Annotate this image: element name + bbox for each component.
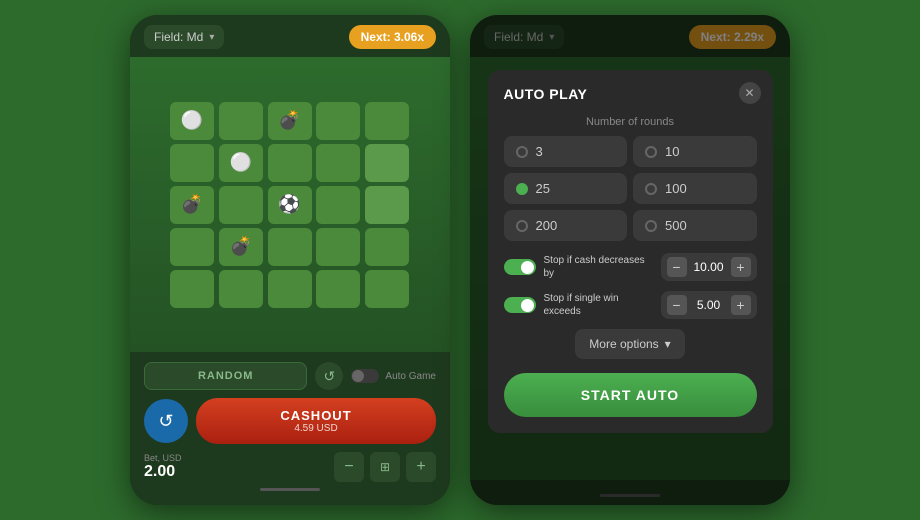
cash-increase-btn[interactable]: +: [731, 257, 751, 277]
cell-3-2[interactable]: [268, 228, 312, 266]
chevron-down-icon: ▾: [209, 32, 214, 43]
bet-section: Bet, USD 2.00: [144, 453, 328, 481]
refresh-icon[interactable]: ↺: [315, 362, 343, 390]
stop-win-toggle[interactable]: [504, 297, 536, 313]
round-value-500: 500: [665, 218, 687, 233]
cell-1-1[interactable]: ⚪: [219, 144, 263, 182]
cell-1-2[interactable]: [268, 144, 312, 182]
left-topbar: Field: Md ▾ Next: 3.06x: [130, 15, 450, 57]
more-options-button[interactable]: More options ▾: [575, 329, 684, 359]
stop-cash-toggle[interactable]: [504, 259, 536, 275]
win-value-control: − 5.00 +: [661, 291, 757, 319]
field-selector-left[interactable]: Field: Md ▾: [144, 25, 224, 49]
cell-2-0[interactable]: 💣: [170, 186, 214, 224]
round-option-3[interactable]: 3: [504, 136, 628, 167]
round-value-25: 25: [536, 181, 550, 196]
cell-4-1[interactable]: [219, 270, 263, 308]
stop-cash-label: Stop if cash decreases by: [544, 254, 653, 280]
cash-decrease-btn[interactable]: −: [667, 257, 687, 277]
cell-3-3[interactable]: [316, 228, 360, 266]
radio-3: [516, 146, 528, 158]
bet-row: Bet, USD 2.00 − ⊞ +: [144, 452, 436, 482]
bet-value: 2.00: [144, 463, 328, 481]
win-value: 5.00: [691, 298, 727, 312]
round-option-200[interactable]: 200: [504, 210, 628, 241]
cell-0-4[interactable]: [365, 102, 409, 140]
stop-win-setting: Stop if single win exceeds − 5.00 +: [504, 291, 757, 319]
rounds-grid: 3 10 25 100: [504, 136, 757, 241]
cell-1-4[interactable]: [365, 144, 409, 182]
round-value-200: 200: [536, 218, 558, 233]
cell-0-3[interactable]: [316, 102, 360, 140]
auto-game-toggle[interactable]: [351, 369, 379, 383]
chevron-down-icon-more: ▾: [665, 337, 671, 351]
bet-label: Bet, USD: [144, 453, 328, 463]
random-button[interactable]: RANDOM: [144, 362, 307, 390]
radio-25: [516, 183, 528, 195]
cell-2-3[interactable]: [316, 186, 360, 224]
cell-4-0[interactable]: [170, 270, 214, 308]
spin-button[interactable]: ↺: [144, 399, 188, 443]
cell-1-0[interactable]: [170, 144, 214, 182]
cell-3-1[interactable]: 💣: [219, 228, 263, 266]
cell-0-1[interactable]: [219, 102, 263, 140]
rounds-label: Number of rounds: [504, 116, 757, 128]
radio-100: [645, 183, 657, 195]
left-bottom: RANDOM ↺ Auto Game ↺ CASHOUT 4.59 USD Be…: [130, 352, 450, 505]
cell-0-2[interactable]: 💣: [268, 102, 312, 140]
cell-2-1[interactable]: [219, 186, 263, 224]
next-badge-left: Next: 3.06x: [349, 25, 436, 49]
field-label-left: Field: Md: [154, 30, 203, 44]
stop-win-label: Stop if single win exceeds: [544, 292, 653, 318]
stop-cash-setting: Stop if cash decreases by − 10.00 +: [504, 253, 757, 281]
modal-title: AUTO PLAY: [504, 86, 757, 102]
game-area: ⚪ 💣 ⚪ 💣 ⚽ 💣: [130, 57, 450, 352]
more-options-label: More options: [589, 337, 658, 351]
left-phone: Field: Md ▾ Next: 3.06x ⚪ 💣 ⚪ 💣: [130, 15, 450, 505]
bottom-separator: [260, 488, 320, 491]
round-option-100[interactable]: 100: [633, 173, 757, 204]
round-value-10: 10: [665, 144, 679, 159]
cell-3-0[interactable]: [170, 228, 214, 266]
bet-decrease-button[interactable]: −: [334, 452, 364, 482]
round-option-500[interactable]: 500: [633, 210, 757, 241]
cell-4-3[interactable]: [316, 270, 360, 308]
modal-overlay: AUTO PLAY ✕ Number of rounds 3 10 25: [470, 15, 790, 505]
round-value-3: 3: [536, 144, 543, 159]
cell-3-4[interactable]: [365, 228, 409, 266]
cash-value-control: − 10.00 +: [661, 253, 757, 281]
radio-200: [516, 220, 528, 232]
round-option-25[interactable]: 25: [504, 173, 628, 204]
phones-container: Field: Md ▾ Next: 3.06x ⚪ 💣 ⚪ 💣: [130, 15, 790, 505]
stack-icon[interactable]: ⊞: [370, 452, 400, 482]
cell-4-2[interactable]: [268, 270, 312, 308]
cell-2-2[interactable]: ⚽: [268, 186, 312, 224]
bet-increase-button[interactable]: +: [406, 452, 436, 482]
cash-value: 10.00: [691, 260, 727, 274]
right-phone: Field: Md ▾ Next: 2.29x: [470, 15, 790, 505]
cashout-label: CASHOUT: [206, 408, 426, 423]
win-decrease-btn[interactable]: −: [667, 295, 687, 315]
action-row: ↺ CASHOUT 4.59 USD: [144, 398, 436, 444]
autoplay-modal: AUTO PLAY ✕ Number of rounds 3 10 25: [488, 70, 773, 433]
round-value-100: 100: [665, 181, 687, 196]
modal-close-button[interactable]: ✕: [739, 82, 761, 104]
cell-2-4[interactable]: [365, 186, 409, 224]
round-option-10[interactable]: 10: [633, 136, 757, 167]
cell-1-3[interactable]: [316, 144, 360, 182]
win-increase-btn[interactable]: +: [731, 295, 751, 315]
cashout-sub: 4.59 USD: [206, 423, 426, 434]
cell-4-4[interactable]: [365, 270, 409, 308]
game-grid[interactable]: ⚪ 💣 ⚪ 💣 ⚽ 💣: [170, 102, 410, 308]
start-auto-button[interactable]: START AUTO: [504, 373, 757, 417]
radio-10: [645, 146, 657, 158]
auto-game-label: Auto Game: [385, 371, 436, 382]
cell-0-0[interactable]: ⚪: [170, 102, 214, 140]
controls-row: RANDOM ↺ Auto Game: [144, 362, 436, 390]
auto-game-row: Auto Game: [351, 369, 436, 383]
radio-500: [645, 220, 657, 232]
cashout-button[interactable]: CASHOUT 4.59 USD: [196, 398, 436, 444]
